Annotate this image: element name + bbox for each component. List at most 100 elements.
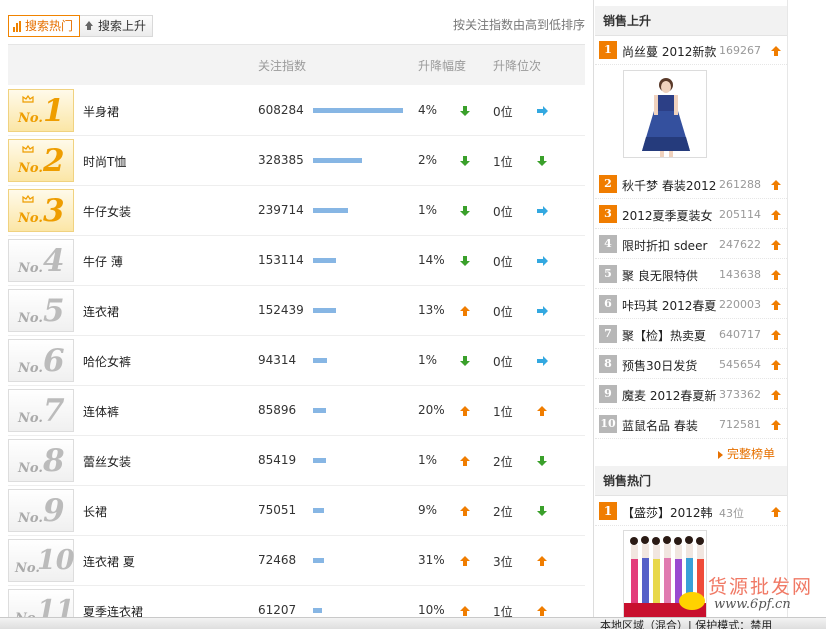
rank-prefix: No. — [18, 161, 43, 176]
table-row[interactable]: No. 8 蕾丝女装 85419 1% 2位 — [8, 436, 585, 486]
product-name-link[interactable]: 限时折扣 sdeer — [622, 237, 707, 254]
table-row[interactable]: No. 2 时尚T恤 328385 2% 1位 — [8, 136, 585, 186]
table-row[interactable]: No. 9 长裙 75051 9% 2位 — [8, 486, 585, 536]
sales-value: 373362 — [719, 388, 761, 401]
keyword-link[interactable]: 哈伦女裤 — [83, 353, 131, 370]
index-bar — [313, 508, 324, 513]
list-item[interactable]: 6 咔玛其 2012春夏 220003 — [595, 289, 787, 319]
list-item[interactable]: 9 魔麦 2012春夏新 373362 — [595, 379, 787, 409]
list-item[interactable]: 1 尚丝蔓 2012新款 169267 — [595, 35, 787, 65]
scrollbar[interactable] — [787, 0, 826, 629]
list-item[interactable]: 7 聚【检】热卖夏 640717 — [595, 319, 787, 349]
product-thumbnail[interactable] — [623, 530, 707, 618]
arrow-up-icon — [460, 405, 470, 419]
list-item[interactable]: 2 秋千梦 春装2012 261288 — [595, 169, 787, 199]
arrow-down-icon — [460, 205, 470, 219]
rank-badge: 8 — [599, 355, 617, 373]
table-row[interactable]: No. 5 连衣裙 152439 13% 0位 — [8, 286, 585, 336]
column-header-rank-change: 升降位次 — [493, 59, 542, 73]
table-row[interactable]: No. 3 牛仔女装 239714 1% 0位 — [8, 186, 585, 236]
tab-search-hot[interactable]: 搜索热门 — [8, 15, 81, 37]
keyword-link[interactable]: 连体裤 — [83, 403, 119, 420]
rank-prefix: No. — [18, 111, 43, 126]
column-header-change: 升降幅度 — [418, 59, 467, 73]
list-item[interactable]: 5 聚 良无限特供 143638 — [595, 259, 787, 289]
rank-badge: 4 — [599, 235, 617, 253]
keyword-link[interactable]: 半身裙 — [83, 103, 119, 120]
table-row[interactable]: No. 6 哈伦女裤 94314 1% 0位 — [8, 336, 585, 386]
sales-value: 205114 — [719, 208, 761, 221]
arrow-down-icon — [537, 455, 547, 469]
keyword-link[interactable]: 牛仔女装 — [83, 203, 131, 220]
arrow-up-icon — [771, 269, 781, 283]
tab-search-rising[interactable]: 搜索上升 — [80, 15, 154, 37]
arrow-up-icon — [771, 506, 781, 520]
change-percent: 9% — [418, 503, 438, 517]
crown-icon — [22, 195, 34, 203]
list-item[interactable]: 3 2012夏季夏装女 205114 — [595, 199, 787, 229]
table-row[interactable]: No. 7 连体裤 85896 20% 1位 — [8, 386, 585, 436]
product-name-link[interactable]: 聚【检】热卖夏 — [622, 327, 706, 344]
product-name-link[interactable]: 尚丝蔓 2012新款 — [622, 43, 716, 60]
rank-change: 0位 — [493, 255, 513, 269]
arrow-down-icon — [537, 505, 547, 519]
list-item[interactable]: 10 蓝鼠名品 春装 712581 — [595, 409, 787, 439]
keyword-link[interactable]: 连衣裙 夏 — [83, 553, 135, 570]
list-item[interactable]: 4 限时折扣 sdeer 247622 — [595, 229, 787, 259]
rank-number: 10 — [37, 545, 75, 576]
change-percent: 1% — [418, 353, 438, 367]
arrow-down-icon — [460, 255, 470, 269]
index-bar — [313, 608, 322, 613]
attention-index: 85419 — [258, 453, 297, 467]
rank-prefix: No. — [18, 311, 43, 326]
arrow-down-icon — [460, 105, 470, 119]
keyword-link[interactable]: 长裙 — [83, 503, 107, 520]
product-name-link[interactable]: 【盛莎】2012韩 — [622, 504, 713, 521]
product-name-link[interactable]: 魔麦 2012春夏新 — [622, 387, 716, 404]
arrow-down-icon — [537, 155, 547, 169]
keyword-link[interactable]: 牛仔 薄 — [83, 253, 123, 270]
arrow-up-icon — [771, 299, 781, 313]
product-thumbnail[interactable] — [623, 70, 707, 158]
list-item[interactable]: 8 预售30日发货 545654 — [595, 349, 787, 379]
keyword-link[interactable]: 时尚T恤 — [83, 153, 126, 170]
index-bar — [313, 108, 403, 113]
index-bar — [313, 408, 326, 413]
arrow-up-icon — [537, 405, 547, 419]
table-row[interactable]: No. 4 牛仔 薄 153114 14% 0位 — [8, 236, 585, 286]
rank-change: 1位 — [493, 155, 513, 169]
rank-number: 8 — [43, 443, 65, 479]
product-name-link[interactable]: 咔玛其 2012春夏 — [622, 297, 716, 314]
product-name-link[interactable]: 2012夏季夏装女 — [622, 207, 713, 224]
arrow-up-icon — [460, 505, 470, 519]
full-ranking-link[interactable]: 完整榜单 — [718, 445, 775, 462]
arrow-up-icon — [771, 329, 781, 343]
arrow-up-icon — [771, 419, 781, 433]
product-name-link[interactable]: 聚 良无限特供 — [622, 267, 698, 284]
arrow-up-icon — [460, 305, 470, 319]
arrow-up-icon — [537, 555, 547, 569]
rank-change: 2位 — [493, 505, 513, 519]
arrow-up-icon — [460, 555, 470, 569]
product-name-link[interactable]: 秋千梦 春装2012 — [622, 177, 716, 194]
change-percent: 31% — [418, 553, 445, 567]
rank-badge: 7 — [599, 325, 617, 343]
product-name-link[interactable]: 蓝鼠名品 春装 — [622, 417, 698, 434]
rank-prefix: No. — [18, 361, 43, 376]
product-name-link[interactable]: 预售30日发货 — [622, 357, 697, 374]
rank-number: 7 — [43, 393, 65, 429]
keyword-link[interactable]: 连衣裙 — [83, 303, 119, 320]
list-item[interactable]: 1 【盛莎】2012韩 43位 — [595, 496, 787, 526]
keyword-link[interactable]: 蕾丝女装 — [83, 453, 131, 470]
rank-change: 1位 — [493, 405, 513, 419]
sales-sidebar: 销售上升 1 尚丝蔓 2012新款 169267 2 秋千梦 春装2012 261288 3… — [595, 0, 787, 629]
table-row[interactable]: No. 1 半身裙 608284 4% 0位 — [8, 86, 585, 136]
table-row[interactable]: No. 10 连衣裙 夏 72468 31% 3位 — [8, 536, 585, 586]
rank-badge: 10 — [599, 415, 617, 433]
rank-badge: No. 2 — [8, 139, 74, 182]
rank-badge: No. 3 — [8, 189, 74, 232]
sales-value: 247622 — [719, 238, 761, 251]
rank-badge: 6 — [599, 295, 617, 313]
rank-badge: No. 4 — [8, 239, 74, 282]
attention-index: 75051 — [258, 503, 297, 517]
